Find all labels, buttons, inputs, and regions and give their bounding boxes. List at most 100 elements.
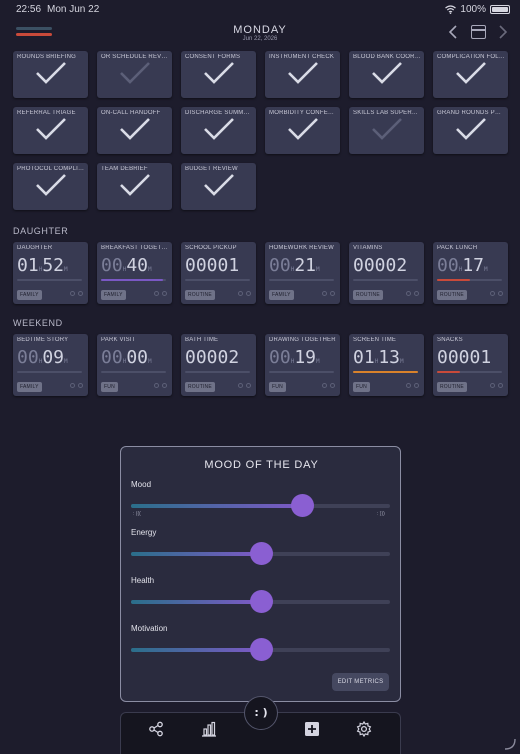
timer-icon[interactable] bbox=[78, 383, 83, 388]
checkmark-icon bbox=[120, 118, 150, 140]
tile-actions bbox=[238, 383, 251, 388]
timer-icon[interactable] bbox=[246, 291, 251, 296]
settings-icon[interactable] bbox=[356, 721, 372, 737]
task-tile-budget-review[interactable]: BUDGET REVIEW bbox=[181, 163, 256, 210]
task-tile-instrument-check[interactable]: INSTRUMENT CHECK bbox=[265, 51, 340, 98]
slider-thumb[interactable] bbox=[249, 542, 273, 565]
progress-bar bbox=[353, 279, 418, 281]
task-tile-or-schedule-review[interactable]: OR SCHEDULE REVIEW bbox=[97, 51, 172, 98]
reset-icon[interactable] bbox=[70, 291, 75, 296]
status-date: Mon Jun 22 bbox=[47, 4, 100, 15]
task-tile-team-debrief[interactable]: TEAM DEBRIEF bbox=[97, 163, 172, 210]
timer-icon[interactable] bbox=[498, 383, 503, 388]
slider-energy[interactable] bbox=[131, 542, 390, 565]
mood-button[interactable]: : ) bbox=[244, 696, 278, 730]
timer-icon[interactable] bbox=[330, 383, 335, 388]
counter-tile-vitamins[interactable]: VITAMINS 00002 ROUTINE bbox=[349, 242, 424, 304]
timer-icon[interactable] bbox=[162, 383, 167, 388]
calendar-icon[interactable] bbox=[471, 25, 486, 39]
reset-icon[interactable] bbox=[154, 383, 159, 388]
counter-label: SCHOOL PICKUP bbox=[185, 245, 237, 251]
task-label: BUDGET REVIEW bbox=[185, 166, 238, 172]
checkmark-icon bbox=[288, 62, 318, 84]
timer-icon[interactable] bbox=[78, 291, 83, 296]
tile-actions bbox=[322, 383, 335, 388]
task-tile-complication-follow-up[interactable]: COMPLICATION FOLLOW-UP bbox=[433, 51, 508, 98]
counter-tile-drawing-together[interactable]: DRAWING TOGETHER 00H19M FUN bbox=[265, 334, 340, 396]
task-tile-grand-rounds-prep[interactable]: GRAND ROUNDS PREP bbox=[433, 107, 508, 154]
reset-icon[interactable] bbox=[490, 383, 495, 388]
reset-icon[interactable] bbox=[406, 291, 411, 296]
counter-tile-breakfast-together[interactable]: BREAKFAST TOGETHER 00H40M FAMILY bbox=[97, 242, 172, 304]
slider-thumb[interactable] bbox=[249, 590, 273, 613]
counter-tile-bath-time[interactable]: BATH TIME 00002 ROUTINE bbox=[181, 334, 256, 396]
task-tile-morbidity-conference[interactable]: MORBIDITY CONFERENCE bbox=[265, 107, 340, 154]
counter-label: BATH TIME bbox=[185, 337, 219, 343]
chevron-right-icon[interactable] bbox=[498, 24, 508, 40]
day-date: Jun 22, 2026 bbox=[242, 36, 278, 42]
counter-tile-daughter[interactable]: DAUGHTER 01H52M FAMILY bbox=[13, 242, 88, 304]
reset-icon[interactable] bbox=[238, 291, 243, 296]
counter-tile-bedtime-story[interactable]: BEDTIME STORY 00H09M FAMILY bbox=[13, 334, 88, 396]
minutes-value: 52 bbox=[42, 255, 64, 276]
task-tile-skills-lab-supervision[interactable]: SKILLS LAB SUPERVISION bbox=[349, 107, 424, 154]
category-badge: ROUTINE bbox=[437, 382, 467, 392]
counter-tile-screen-time[interactable]: SCREEN TIME 01H13M FUN bbox=[349, 334, 424, 396]
counter-value: 01H13M bbox=[353, 347, 404, 368]
reset-icon[interactable] bbox=[154, 291, 159, 296]
add-icon[interactable] bbox=[304, 721, 320, 737]
slider-motivation[interactable] bbox=[131, 638, 390, 661]
timer-icon[interactable] bbox=[246, 383, 251, 388]
counter-tile-snacks[interactable]: SNACKS 00001 ROUTINE bbox=[433, 334, 508, 396]
chart-icon[interactable] bbox=[201, 721, 217, 737]
reset-icon[interactable] bbox=[322, 291, 327, 296]
reset-icon[interactable] bbox=[238, 383, 243, 388]
timer-icon[interactable] bbox=[414, 383, 419, 388]
task-label: BLOOD BANK COORDINATION bbox=[353, 54, 421, 60]
timer-icon[interactable] bbox=[498, 291, 503, 296]
hours-value: 00 bbox=[269, 347, 291, 368]
minutes-unit: M bbox=[148, 358, 152, 365]
reset-icon[interactable] bbox=[322, 383, 327, 388]
timer-icon[interactable] bbox=[414, 291, 419, 296]
slider-max-label: : ))) bbox=[377, 511, 385, 517]
task-tile-discharge-summaries[interactable]: DISCHARGE SUMMARIES bbox=[181, 107, 256, 154]
timer-icon[interactable] bbox=[330, 291, 335, 296]
reset-icon[interactable] bbox=[70, 383, 75, 388]
minutes-value: 09 bbox=[42, 347, 64, 368]
counter-value: 00002 bbox=[185, 347, 239, 368]
reset-icon[interactable] bbox=[490, 291, 495, 296]
checkmark-icon bbox=[456, 118, 486, 140]
slider-thumb[interactable] bbox=[249, 638, 273, 661]
task-tile-protocol-compliance[interactable]: PROTOCOL COMPLIANCE bbox=[13, 163, 88, 210]
minutes-unit: M bbox=[316, 266, 320, 273]
slider-thumb[interactable] bbox=[290, 494, 314, 517]
task-tile-blood-bank-coordination[interactable]: BLOOD BANK COORDINATION bbox=[349, 51, 424, 98]
timer-icon[interactable] bbox=[162, 291, 167, 296]
task-tile-on-call-handoff[interactable]: ON-CALL HANDOFF bbox=[97, 107, 172, 154]
task-label: ON-CALL HANDOFF bbox=[101, 110, 161, 116]
hours-value: 00 bbox=[17, 347, 39, 368]
category-badge: ROUTINE bbox=[185, 290, 215, 300]
counter-value: 00H00M bbox=[101, 347, 152, 368]
task-tile-rounds-briefing[interactable]: ROUNDS BRIEFING bbox=[13, 51, 88, 98]
progress-bar bbox=[101, 279, 166, 281]
reset-icon[interactable] bbox=[406, 383, 411, 388]
edit-metrics-button[interactable]: EDIT METRICS bbox=[332, 673, 389, 691]
counter-label: VITAMINS bbox=[353, 245, 383, 251]
counter-tile-school-pickup[interactable]: SCHOOL PICKUP 00001 ROUTINE bbox=[181, 242, 256, 304]
counter-tile-park-visit[interactable]: PARK VISIT 00H00M FUN bbox=[97, 334, 172, 396]
share-icon[interactable] bbox=[148, 721, 164, 737]
battery-icon bbox=[490, 5, 510, 14]
slider-mood[interactable] bbox=[131, 494, 390, 517]
task-label: DISCHARGE SUMMARIES bbox=[185, 110, 253, 116]
task-tile-consent-forms[interactable]: CONSENT FORMS bbox=[181, 51, 256, 98]
section-title-daughter: DAUGHTER bbox=[13, 226, 69, 236]
progress-bar bbox=[17, 279, 82, 281]
counter-tile-homework-review[interactable]: HOMEWORK REVIEW 00H21M FAMILY bbox=[265, 242, 340, 304]
chevron-left-icon[interactable] bbox=[448, 24, 458, 40]
task-tile-referral-triage[interactable]: REFERRAL TRIAGE bbox=[13, 107, 88, 154]
slider-health[interactable] bbox=[131, 590, 390, 613]
counter-tile-pack-lunch[interactable]: PACK LUNCH 00H17M ROUTINE bbox=[433, 242, 508, 304]
resize-handle-icon[interactable] bbox=[502, 736, 516, 750]
